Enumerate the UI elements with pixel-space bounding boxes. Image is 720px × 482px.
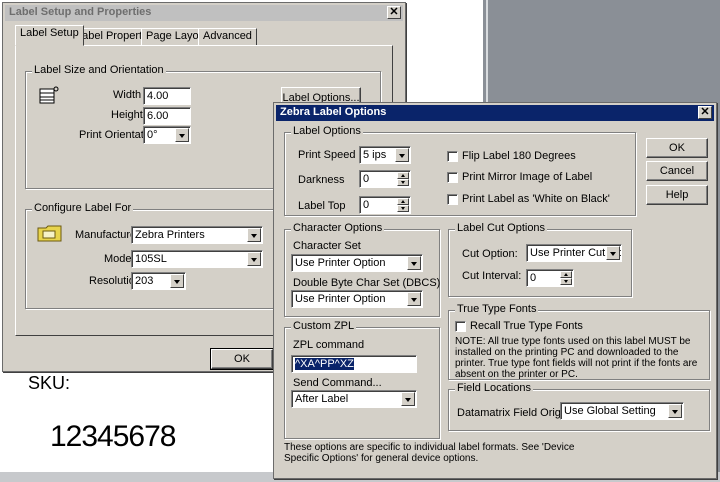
send-command-value: After Label	[295, 393, 349, 405]
charset-label: Character Set	[293, 240, 361, 252]
sku-label: SKU:	[28, 373, 71, 393]
group-legend: Field Locations	[455, 382, 533, 394]
width-label: Width	[113, 89, 142, 101]
datamatrix-value: Use Global Setting	[564, 405, 656, 417]
dbcs-select[interactable]: Use Printer Option	[291, 290, 423, 308]
spin-down-icon[interactable]	[397, 179, 409, 186]
zpl-command-value: ^XA^PP^XZ	[295, 358, 354, 370]
cancel-button[interactable]: Cancel	[646, 161, 708, 181]
spin-down-icon[interactable]	[397, 205, 409, 212]
spin-up-icon[interactable]	[397, 198, 409, 205]
darkness-value: 0	[363, 173, 370, 185]
printer-folder-icon	[37, 225, 62, 242]
barcode-number: 12345678	[50, 420, 176, 453]
chevron-down-icon[interactable]	[401, 392, 415, 406]
chevron-down-icon[interactable]	[247, 252, 261, 266]
group-legend: Label Size and Orientation	[32, 64, 166, 76]
darkness-label: Darkness	[298, 174, 345, 186]
model-value: 105SL	[135, 253, 167, 265]
flip-label-text: Flip Label 180 Degrees	[462, 150, 576, 162]
model-select[interactable]: 105SL	[131, 250, 263, 268]
cut-option-select[interactable]: Use Printer Cut Optic	[526, 244, 622, 262]
chevron-down-icon[interactable]	[395, 148, 409, 162]
manufacturer-select[interactable]: Zebra Printers	[131, 226, 263, 244]
white-on-black-checkbox[interactable]	[447, 194, 458, 205]
send-command-select[interactable]: After Label	[291, 390, 417, 408]
height-input[interactable]: 6.00	[143, 107, 191, 125]
model-label: Model	[104, 253, 134, 265]
charset-select[interactable]: Use Printer Option	[291, 254, 423, 272]
group-legend: Custom ZPL	[291, 320, 357, 332]
chevron-down-icon[interactable]	[407, 256, 421, 270]
chevron-down-icon[interactable]	[170, 274, 184, 288]
print-orientation-value: 0°	[147, 129, 158, 141]
tab-label-setup[interactable]: Label Setup	[15, 25, 84, 46]
dialog-title: Zebra Label Options	[280, 106, 387, 118]
label-setup-titlebar: Label Setup and Properties ✕	[5, 5, 403, 21]
cut-interval-value: 0	[530, 272, 537, 284]
recall-fonts-checkbox[interactable]	[455, 321, 466, 332]
zpl-command-input[interactable]: ^XA^PP^XZ	[291, 355, 417, 373]
group-legend: Label Cut Options	[455, 222, 548, 234]
flip-label-checkbox[interactable]	[447, 151, 458, 162]
print-orientation-select[interactable]: 0°	[143, 126, 191, 144]
ok-button[interactable]: OK	[210, 348, 274, 370]
zebra-label-options-dialog: Zebra Label Options ✕ Label Options Prin…	[273, 102, 717, 479]
footer-note: These options are specific to individual…	[284, 442, 575, 464]
datamatrix-select[interactable]: Use Global Setting	[560, 402, 684, 420]
chevron-down-icon[interactable]	[247, 228, 261, 242]
width-input[interactable]: 4.00	[143, 87, 191, 105]
print-speed-select[interactable]: 5 ips	[359, 146, 411, 164]
label-top-spinner[interactable]: 0	[359, 196, 411, 214]
height-label: Height	[111, 109, 143, 121]
mirror-image-checkbox[interactable]	[447, 172, 458, 183]
resolution-value: 203	[135, 275, 154, 287]
close-icon[interactable]: ✕	[698, 106, 712, 119]
chevron-down-icon[interactable]	[606, 246, 620, 260]
dbcs-label: Double Byte Char Set (DBCS)	[293, 277, 441, 289]
label-top-label: Label Top	[298, 200, 346, 212]
darkness-spinner[interactable]: 0	[359, 170, 411, 188]
chevron-down-icon[interactable]	[668, 404, 682, 418]
print-speed-label: Print Speed	[298, 149, 356, 161]
group-legend: True Type Fonts	[455, 303, 539, 315]
mirror-image-text: Print Mirror Image of Label	[462, 171, 593, 183]
spin-up-icon[interactable]	[560, 271, 572, 278]
manufacturer-value: Zebra Printers	[135, 229, 205, 241]
label-stack-icon	[39, 86, 59, 104]
label-top-value: 0	[363, 199, 370, 211]
chevron-down-icon[interactable]	[175, 128, 189, 142]
chevron-down-icon[interactable]	[407, 292, 421, 306]
zebra-ok-button[interactable]: OK	[646, 138, 708, 158]
send-command-label: Send Command...	[293, 377, 382, 389]
group-legend: Character Options	[291, 222, 385, 234]
group-legend: Configure Label For	[32, 202, 134, 214]
close-icon[interactable]: ✕	[387, 6, 401, 19]
zebra-titlebar: Zebra Label Options ✕	[276, 105, 714, 121]
white-on-black-text: Print Label as 'White on Black'	[462, 193, 610, 205]
print-speed-value: 5 ips	[363, 149, 387, 161]
cut-option-label: Cut Option:	[462, 248, 518, 260]
group-legend: Label Options	[291, 125, 363, 137]
resolution-select[interactable]: 203	[131, 272, 186, 290]
spin-down-icon[interactable]	[560, 278, 572, 285]
true-type-fonts-note: NOTE: All true type fonts used on this l…	[455, 336, 698, 380]
charset-value: Use Printer Option	[295, 257, 386, 269]
cut-interval-label: Cut Interval:	[462, 270, 522, 282]
dbcs-value: Use Printer Option	[295, 293, 386, 305]
spin-up-icon[interactable]	[397, 172, 409, 179]
cut-interval-spinner[interactable]: 0	[526, 269, 574, 287]
dialog-title: Label Setup and Properties	[9, 6, 152, 18]
recall-fonts-text: Recall True Type Fonts	[470, 320, 583, 332]
zpl-command-label: ZPL command	[293, 339, 365, 351]
tab-advanced[interactable]: Advanced	[198, 28, 257, 46]
help-button[interactable]: Help	[646, 185, 708, 205]
